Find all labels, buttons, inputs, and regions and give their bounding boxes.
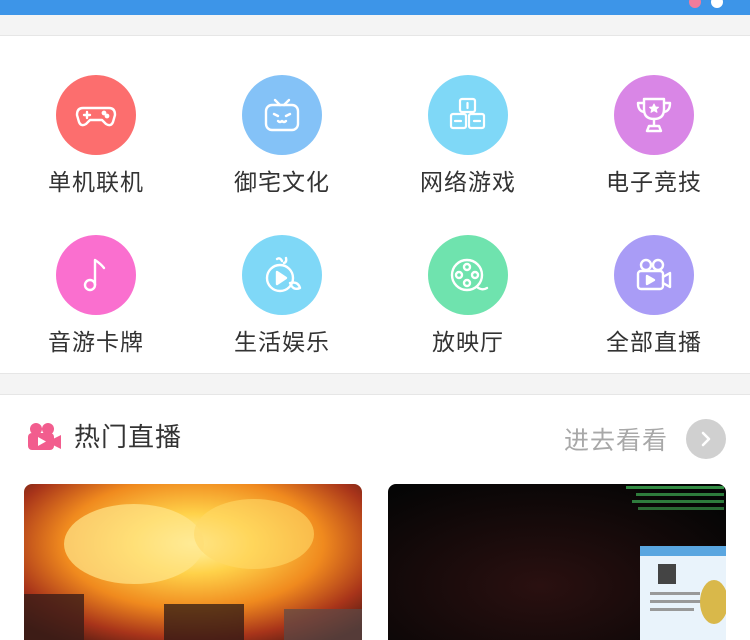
music-note-icon — [56, 235, 136, 315]
section-divider — [0, 15, 750, 36]
live-stream-card[interactable] — [24, 484, 362, 640]
tv-face-icon — [242, 75, 322, 155]
category-grid: 单机联机 御宅文化 网络游戏 电子竞技 音游卡牌 生活娱乐 放映厅 全部直播 — [0, 36, 750, 373]
film-reel-icon — [428, 235, 508, 315]
category-music-card-games[interactable]: 音游卡牌 — [3, 235, 189, 375]
live-stream-card[interactable] — [388, 484, 726, 640]
page-indicator-inactive[interactable] — [711, 0, 723, 8]
section-divider — [0, 373, 750, 395]
category-label: 生活娱乐 — [234, 330, 330, 356]
category-otaku-culture[interactable]: 御宅文化 — [189, 75, 375, 215]
category-label: 放映厅 — [432, 330, 504, 356]
category-screening-hall[interactable]: 放映厅 — [375, 235, 561, 375]
category-label: 网络游戏 — [420, 170, 516, 196]
category-label: 全部直播 — [606, 330, 702, 356]
category-label: 御宅文化 — [234, 170, 330, 196]
play-leaf-icon — [242, 235, 322, 315]
category-esports[interactable]: 电子竞技 — [561, 75, 747, 215]
stream-thumbnail — [388, 484, 726, 640]
status-bar — [0, 0, 750, 15]
camera-icon — [614, 235, 694, 315]
category-single-multiplayer[interactable]: 单机联机 — [3, 75, 189, 215]
chevron-right-icon — [701, 431, 711, 447]
keyboard-keys-icon — [428, 75, 508, 155]
hot-live-header: 热门直播 进去看看 — [0, 395, 750, 480]
see-more-link[interactable]: 进去看看 — [564, 421, 668, 457]
page-indicator-active[interactable] — [689, 0, 701, 8]
section-title: 热门直播 — [74, 423, 183, 453]
category-label: 电子竞技 — [606, 170, 702, 196]
category-label: 单机联机 — [48, 170, 144, 196]
category-all-live[interactable]: 全部直播 — [561, 235, 747, 375]
category-label: 音游卡牌 — [48, 330, 144, 356]
category-online-games[interactable]: 网络游戏 — [375, 75, 561, 215]
gamepad-icon — [56, 75, 136, 155]
category-life-entertainment[interactable]: 生活娱乐 — [189, 235, 375, 375]
see-more-button[interactable] — [686, 419, 726, 459]
stream-thumbnail — [24, 484, 362, 640]
camera-icon — [28, 423, 61, 450]
trophy-icon — [614, 75, 694, 155]
